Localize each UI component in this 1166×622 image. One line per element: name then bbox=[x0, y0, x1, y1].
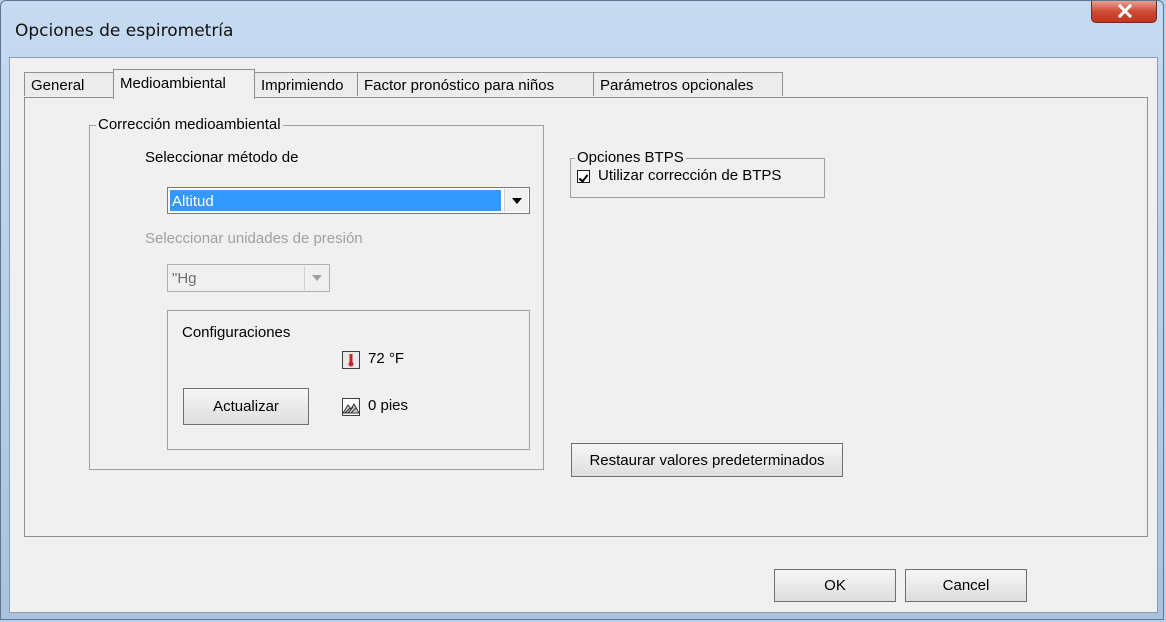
environmental-correction-group: Corrección medioambiental Seleccionar mé… bbox=[89, 116, 544, 470]
tab-panel-medioambiental: Corrección medioambiental Seleccionar mé… bbox=[24, 97, 1148, 537]
update-button[interactable]: Actualizar bbox=[183, 388, 309, 425]
mountain-icon bbox=[342, 398, 360, 416]
checkmark-icon bbox=[578, 174, 589, 184]
restore-defaults-button[interactable]: Restaurar valores predeterminados bbox=[571, 443, 843, 477]
settings-label: Configuraciones bbox=[182, 324, 291, 341]
tab-general[interactable]: General bbox=[24, 72, 114, 96]
tab-label: Imprimiendo bbox=[261, 77, 344, 94]
cancel-button[interactable]: Cancel bbox=[905, 569, 1027, 602]
pressure-units-label: Seleccionar unidades de presión bbox=[145, 230, 363, 247]
btps-checkbox-label: Utilizar corrección de BTPS bbox=[598, 167, 782, 184]
thermometer-icon bbox=[342, 351, 360, 369]
cancel-button-label: Cancel bbox=[942, 577, 990, 594]
close-button[interactable] bbox=[1091, 1, 1157, 23]
group-label: Opciones BTPS bbox=[575, 149, 686, 166]
tab-label: Medioambiental bbox=[120, 75, 226, 92]
method-label: Seleccionar método de bbox=[145, 149, 299, 166]
btps-checkbox[interactable] bbox=[577, 170, 590, 184]
dialog-client-area: General Medioambiental Imprimiendo Facto… bbox=[9, 57, 1158, 613]
temperature-value: 72 °F bbox=[368, 350, 405, 367]
altitude-value: 0 pies bbox=[368, 397, 409, 414]
method-select[interactable]: Altitud bbox=[167, 187, 530, 214]
ok-button-label: OK bbox=[824, 577, 846, 594]
tab-label: Factor pronóstico para niños bbox=[364, 77, 555, 94]
chevron-down-icon[interactable] bbox=[304, 266, 328, 290]
tab-label: Parámetros opcionales bbox=[600, 77, 754, 94]
method-value: Altitud bbox=[170, 190, 501, 211]
restore-defaults-label: Restaurar valores predeterminados bbox=[589, 451, 825, 469]
group-label: Corrección medioambiental bbox=[96, 116, 283, 133]
update-button-label: Actualizar bbox=[213, 398, 279, 415]
tab-medioambiental[interactable]: Medioambiental bbox=[113, 69, 255, 99]
chevron-down-icon[interactable] bbox=[504, 189, 528, 212]
tab-label: General bbox=[31, 77, 85, 94]
dialog-window: Opciones de espirometría General Medioam… bbox=[0, 0, 1164, 620]
btps-options-group: Opciones BTPS Utilizar corrección de BTP… bbox=[570, 149, 825, 198]
tab-imprimiendo[interactable]: Imprimiendo bbox=[254, 72, 358, 96]
settings-panel: Configuraciones 72 °F Actualizar 0 pies bbox=[167, 310, 530, 450]
tab-parametros-opcionales[interactable]: Parámetros opcionales bbox=[593, 72, 783, 96]
window-title: Opciones de espirometría bbox=[15, 21, 234, 41]
pressure-units-value: "Hg bbox=[172, 270, 197, 287]
close-icon bbox=[1117, 4, 1133, 18]
ok-button[interactable]: OK bbox=[774, 569, 896, 602]
tab-factor-pronostico[interactable]: Factor pronóstico para niños bbox=[357, 72, 594, 96]
pressure-units-select[interactable]: "Hg bbox=[167, 264, 330, 292]
